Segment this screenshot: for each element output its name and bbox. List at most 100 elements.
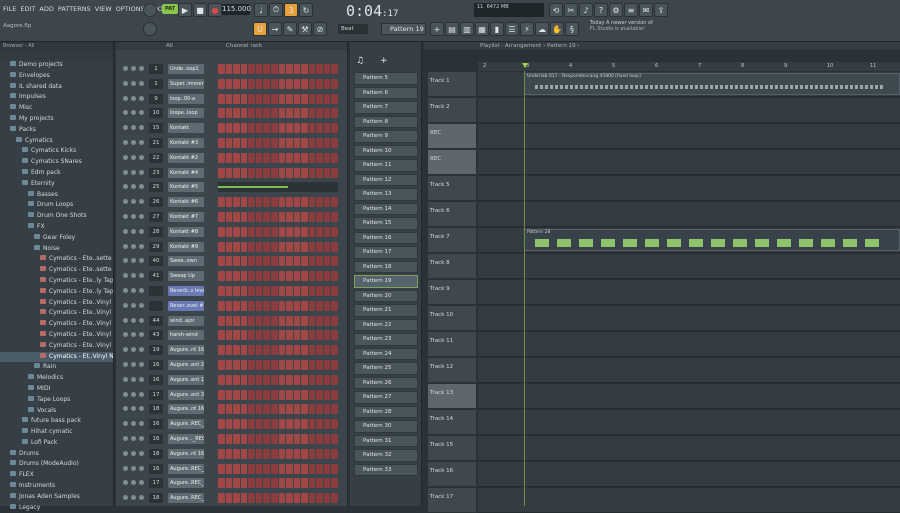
mixer-track-number[interactable] — [149, 300, 163, 311]
step-sequencer[interactable] — [218, 256, 338, 267]
pattern-item[interactable]: Pattern 22 — [354, 318, 418, 332]
menu-edit[interactable]: EDIT — [20, 5, 35, 13]
script-button[interactable]: § — [565, 22, 579, 36]
channel-name-button[interactable]: Augure..nt 16_3 — [168, 404, 204, 415]
browser-item[interactable]: Cymatics SNares — [0, 157, 113, 168]
mixer-track-number[interactable]: 16 — [149, 419, 163, 430]
channel-name-button[interactable]: Augure..REC_5 — [168, 419, 204, 430]
export-button[interactable]: ⇪ — [654, 3, 668, 17]
pat-song-toggle[interactable]: PAT — [162, 4, 178, 14]
play-button[interactable]: ▶ — [178, 3, 192, 17]
mixer-track-number[interactable]: 1 — [149, 78, 163, 89]
channel-filter[interactable]: All — [166, 42, 173, 50]
add-pattern-button[interactable]: + — [430, 22, 444, 36]
pattern-item[interactable]: Pattern 13 — [354, 188, 418, 201]
browser-item[interactable]: Basses — [0, 190, 113, 201]
step-sequencer[interactable] — [218, 434, 338, 444]
pattern-item[interactable]: Pattern 14 — [354, 202, 418, 216]
pattern-item[interactable]: Pattern 31 — [354, 434, 418, 448]
mixer-track-number[interactable]: 43 — [149, 330, 163, 341]
browser-item[interactable]: Envelopes — [0, 71, 113, 82]
track-header[interactable]: Track 15 — [428, 436, 476, 461]
step-sequencer[interactable] — [218, 271, 338, 282]
channel-name-button[interactable]: Super..immer 3 — [168, 78, 204, 89]
playlist-button[interactable]: ▤ — [445, 22, 459, 36]
stop-button[interactable]: ■ — [193, 3, 207, 17]
pattern-item[interactable]: Pattern 6 — [354, 86, 418, 100]
plugin-picker-button[interactable]: ⚡ — [520, 22, 534, 36]
loop-record-button[interactable]: ↻ — [299, 3, 313, 17]
track-header[interactable]: Track 16 — [428, 462, 476, 487]
step-sequencer[interactable] — [218, 108, 338, 119]
track-lane[interactable] — [478, 358, 900, 383]
mixer-track-number[interactable]: 16 — [149, 463, 163, 474]
channel-name-button[interactable]: Unde..oop1 — [168, 64, 204, 74]
browser-item[interactable]: Legacy — [0, 503, 113, 513]
track-header[interactable]: Track 10 — [428, 306, 476, 331]
step-sequencer[interactable] — [218, 345, 338, 356]
pattern-item[interactable]: Pattern 17 — [354, 246, 418, 259]
browser-item[interactable]: Drum Loops — [0, 200, 113, 211]
channel-name-button[interactable]: Augure..REC_3 — [168, 493, 204, 504]
track-lane[interactable] — [478, 202, 900, 227]
record-button[interactable]: ● — [208, 3, 222, 17]
menu-options[interactable]: OPTIONS — [116, 5, 145, 13]
channel-name-button[interactable]: Augure..ent 38 — [168, 389, 204, 400]
help-button[interactable]: ? — [594, 3, 608, 17]
browser-item[interactable]: Cymatics — [0, 136, 113, 147]
pattern-selector[interactable]: Pattern 19 — [381, 23, 426, 35]
pattern-item[interactable]: Pattern 23 — [354, 333, 418, 346]
channel-name-button[interactable]: Kontakt #6 — [168, 197, 204, 208]
step-sequencer[interactable] — [218, 360, 338, 370]
mixer-track-number[interactable]: 16 — [149, 374, 163, 385]
pattern-item[interactable]: Pattern 16 — [354, 231, 418, 245]
timeline-ruler[interactable]: 2 3 4 5 6 7 8 9 10 11 — [478, 62, 900, 71]
track-header[interactable]: Track 13 — [428, 384, 476, 409]
news-panel[interactable]: Today A newer version of FL Studio is ava… — [590, 20, 660, 38]
channel-name-button[interactable]: Augure..ent 28 — [168, 360, 204, 370]
track-header[interactable]: Track 14 — [428, 410, 476, 435]
mixer-track-number[interactable]: 18 — [149, 493, 163, 504]
channel-name-button[interactable]: Sweep Up — [168, 271, 204, 282]
mute-tool-button[interactable]: ⊘ — [313, 22, 327, 36]
cloud-button[interactable]: ☁ — [535, 22, 549, 36]
pattern-item[interactable]: Pattern 21 — [354, 304, 418, 317]
mixer-track-number[interactable]: 15 — [149, 123, 163, 134]
track-lane[interactable] — [478, 280, 900, 305]
mixer-window-button[interactable]: ▮ — [490, 22, 504, 36]
mixer-track-number[interactable]: 17 — [149, 478, 163, 489]
add-icon[interactable]: + — [380, 56, 388, 66]
pattern-item[interactable]: Pattern 27 — [354, 391, 418, 404]
step-sequencer[interactable] — [218, 64, 338, 74]
track-lane[interactable] — [478, 384, 900, 409]
audio-clip[interactable]: Underlab 017 - Bespondencang 45800 [fixe… — [524, 73, 900, 95]
track-lane[interactable]: Pattern 28 — [478, 228, 900, 253]
step-sequencer[interactable] — [218, 478, 338, 489]
channel-name-button[interactable]: loop..00-a — [168, 93, 204, 104]
track-lane[interactable]: Underlab 017 - Bespondencang 45800 [fixe… — [478, 72, 900, 97]
plugin-button[interactable]: ⚙ — [609, 3, 623, 17]
mixer-button[interactable]: ≡ — [624, 3, 638, 17]
mixer-track-number[interactable]: 25 — [149, 182, 163, 193]
browser-item[interactable]: Cymatics - Et..Vinyl Noise 6 — [0, 351, 113, 363]
browser-item[interactable]: FLEX — [0, 470, 113, 481]
pattern-item[interactable]: Pattern 20 — [354, 289, 418, 303]
brush-tool-button[interactable]: ⚒ — [298, 22, 312, 36]
cut-button[interactable]: ✂ — [564, 3, 578, 17]
pattern-clip[interactable]: Pattern 28 — [524, 229, 900, 251]
pattern-item[interactable]: Pattern 19 — [354, 275, 418, 288]
mixer-track-number[interactable]: 18 — [149, 404, 163, 415]
browser-item[interactable]: Hihat cymatic — [0, 427, 113, 438]
browser-item[interactable]: Cymatics - Ete..Vinyl Noise 5 — [0, 341, 113, 352]
mixer-track-number[interactable]: 40 — [149, 256, 163, 267]
step-sequencer[interactable] — [218, 389, 338, 400]
browser-item[interactable]: IL shared data — [0, 82, 113, 93]
browser-item[interactable]: MIDI — [0, 384, 113, 395]
browser-item[interactable]: Cymatics - Ete..Vinyl Noise 2 — [0, 308, 113, 319]
step-sequencer[interactable] — [218, 152, 338, 163]
mixer-track-number[interactable]: 41 — [149, 271, 163, 282]
track-lane[interactable] — [478, 150, 900, 175]
browser-item[interactable]: Cymatics - Ete..sette Noise 2 — [0, 265, 113, 276]
browser-item[interactable]: Rain — [0, 362, 113, 373]
channel-name-button[interactable]: Reverb..s level — [168, 286, 204, 296]
